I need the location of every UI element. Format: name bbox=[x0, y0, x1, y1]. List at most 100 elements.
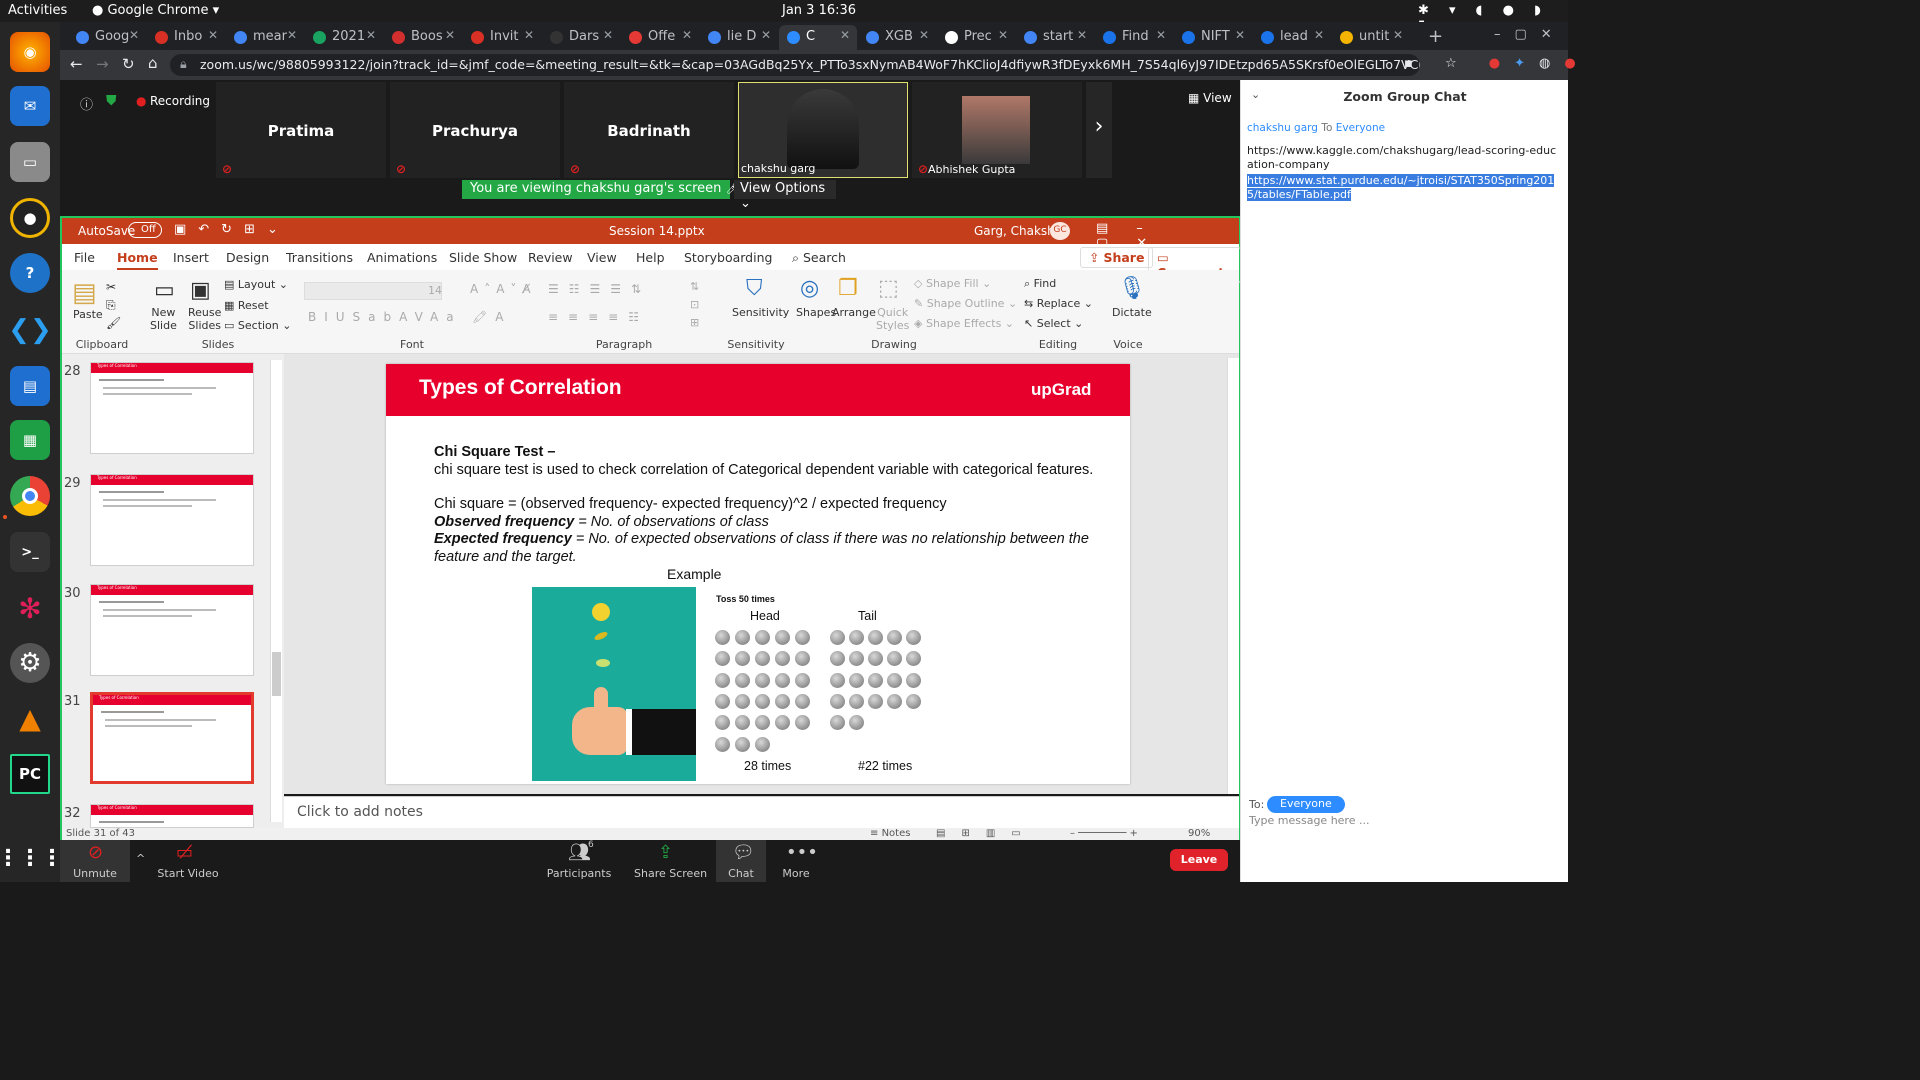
shape-fill-button[interactable]: ◇ Shape Fill ⌄ bbox=[914, 277, 991, 290]
close-icon[interactable]: ✕ bbox=[603, 28, 613, 42]
help-icon[interactable]: ? bbox=[10, 253, 50, 293]
sensitivity-icon[interactable]: ⛉ bbox=[746, 276, 763, 301]
view-options-dropdown[interactable]: View Options ⌄ bbox=[734, 180, 836, 211]
tab-design[interactable]: Design bbox=[226, 250, 269, 265]
libreoffice-calc-icon[interactable]: ▦ bbox=[10, 420, 50, 460]
font-size-input[interactable]: 14 bbox=[428, 284, 442, 297]
section-button[interactable]: ▭ Section ⌄ bbox=[224, 319, 291, 332]
tab-storyboarding[interactable]: Storyboarding bbox=[684, 250, 772, 265]
browser-tab[interactable]: start ✕ bbox=[1016, 25, 1094, 50]
close-icon[interactable]: ✕ bbox=[998, 28, 1008, 42]
thunderbird-icon[interactable]: ✉ bbox=[10, 86, 50, 126]
zoom-level[interactable]: 90% bbox=[1188, 828, 1210, 839]
slide-thumbnail[interactable]: Types of Correlation bbox=[90, 362, 254, 454]
share-screen-button[interactable]: ⇪ Share Screen bbox=[634, 840, 707, 882]
clock[interactable]: Jan 3 16:36 bbox=[782, 3, 856, 18]
participant-tile-active[interactable]: chakshu garg bbox=[738, 82, 908, 178]
show-apps-icon[interactable]: ⋮⋮⋮ bbox=[0, 838, 63, 878]
clipboard-tools[interactable]: ✂ ⎘ 🖌︎ bbox=[106, 278, 121, 332]
vlc-icon[interactable]: ▲ bbox=[10, 698, 50, 738]
share-button[interactable]: ⇪ Share bbox=[1080, 247, 1154, 268]
browser-tab[interactable]: 2021 ✕ bbox=[305, 25, 383, 50]
participants-button[interactable]: 👥︎ 6 Participants bbox=[544, 840, 614, 882]
app-menu[interactable]: ● Google Chrome ▾ bbox=[92, 3, 219, 18]
pycharm-icon[interactable]: PC bbox=[10, 754, 50, 794]
new-slide-icon[interactable]: ▭ bbox=[154, 278, 175, 303]
window-controls[interactable]: –▢✕ bbox=[1494, 27, 1566, 42]
notes-area[interactable]: Click to add notes bbox=[284, 796, 1239, 828]
participant-tile[interactable]: Badrinath ⊘ bbox=[564, 82, 734, 178]
close-icon[interactable]: ✕ bbox=[1077, 28, 1087, 42]
view-button[interactable]: ▦ View bbox=[1188, 91, 1232, 105]
search-box[interactable]: ⌕ Search bbox=[792, 250, 846, 266]
font-name-input[interactable] bbox=[304, 282, 442, 300]
reload-icon[interactable]: ↻ bbox=[122, 55, 135, 73]
browser-tab[interactable]: Boos ✕ bbox=[384, 25, 462, 50]
tab-view[interactable]: View bbox=[587, 250, 617, 265]
slide-thumbnail[interactable]: Types of Correlation bbox=[90, 804, 254, 828]
info-icon[interactable]: ⓘ bbox=[80, 94, 93, 113]
tab-slide-show[interactable]: Slide Show bbox=[449, 250, 517, 265]
font-color-buttons[interactable]: 🖍︎A bbox=[472, 310, 511, 324]
participant-tile[interactable]: Pratima ⊘ bbox=[216, 82, 386, 178]
paste-icon[interactable]: ▤ bbox=[72, 278, 97, 308]
firefox-icon[interactable]: ◉ bbox=[10, 32, 50, 72]
microphone-icon[interactable]: 🎙︎ bbox=[1118, 276, 1146, 301]
editor-scrollbar[interactable] bbox=[1227, 358, 1239, 794]
forward-icon[interactable]: → bbox=[96, 55, 109, 73]
reset-button[interactable]: ▦ Reset bbox=[224, 299, 269, 312]
layout-button[interactable]: ▤ Layout ⌄ bbox=[224, 278, 288, 291]
participant-tile[interactable]: ⊘ Abhishek Gupta bbox=[912, 82, 1082, 178]
close-icon[interactable]: ✕ bbox=[919, 28, 929, 42]
paste-button[interactable]: Paste bbox=[73, 308, 103, 321]
chat-button[interactable]: 💬︎ Chat bbox=[716, 840, 766, 882]
home-icon[interactable]: ⌂ bbox=[148, 54, 158, 72]
align-buttons[interactable]: ≡≡≡≡☷ bbox=[548, 310, 649, 324]
browser-tab[interactable]: untit ✕ bbox=[1332, 25, 1410, 50]
tab-file[interactable]: File bbox=[74, 250, 95, 265]
recording-label[interactable]: Recording bbox=[150, 94, 210, 108]
browser-tab[interactable]: NIFT ✕ bbox=[1174, 25, 1252, 50]
browser-tab[interactable]: Dars ✕ bbox=[542, 25, 620, 50]
arrange-button[interactable]: Arrange bbox=[832, 306, 876, 319]
shape-outline-button[interactable]: ✎ Shape Outline ⌄ bbox=[914, 297, 1017, 310]
close-icon[interactable]: ✕ bbox=[287, 28, 297, 42]
find-button[interactable]: ⌕ Find bbox=[1024, 277, 1056, 291]
replace-button[interactable]: ⇆ Replace ⌄ bbox=[1024, 297, 1093, 310]
close-icon[interactable]: ✕ bbox=[1235, 28, 1245, 42]
zoom-slider[interactable]: – ──────── + bbox=[1070, 828, 1138, 839]
browser-tab[interactable]: Prec ✕ bbox=[937, 25, 1015, 50]
font-size-buttons[interactable]: A˄A˅A̸ bbox=[470, 282, 537, 296]
vscode-icon[interactable]: ❮❯ bbox=[8, 310, 52, 350]
new-slide-button[interactable]: New Slide bbox=[150, 306, 177, 332]
close-icon[interactable]: ✕ bbox=[761, 28, 771, 42]
close-icon[interactable]: ✕ bbox=[1393, 28, 1403, 42]
browser-tab[interactable]: Find ✕ bbox=[1095, 25, 1173, 50]
chat-message-input[interactable]: Type message here ... bbox=[1249, 814, 1559, 836]
slide-thumbnail[interactable]: Types of Correlation bbox=[90, 474, 254, 566]
settings-icon[interactable]: ⚙ bbox=[10, 643, 50, 683]
close-icon[interactable]: ✕ bbox=[129, 28, 139, 42]
tab-help[interactable]: Help bbox=[636, 250, 665, 265]
participant-tile[interactable]: Prachurya ⊘ bbox=[390, 82, 560, 178]
next-page-icon[interactable]: › bbox=[1086, 82, 1112, 178]
audio-options-icon[interactable]: ^ bbox=[136, 852, 145, 865]
chat-sender[interactable]: chakshu garg bbox=[1247, 122, 1318, 134]
close-icon[interactable]: ✕ bbox=[840, 28, 850, 42]
close-icon[interactable]: ✕ bbox=[366, 28, 376, 42]
reuse-slides-icon[interactable]: ▣ bbox=[190, 278, 211, 303]
chrome-icon[interactable] bbox=[10, 476, 50, 516]
font-format-buttons[interactable]: BIUSabAVAa bbox=[308, 310, 462, 324]
browser-tab[interactable]: Offe ✕ bbox=[621, 25, 699, 50]
new-tab-button[interactable]: + bbox=[1428, 26, 1443, 47]
close-icon[interactable]: ✕ bbox=[208, 28, 218, 42]
sensitivity-button[interactable]: Sensitivity bbox=[732, 306, 789, 319]
quick-styles-icon[interactable]: ⬚ bbox=[878, 276, 899, 301]
autosave-toggle[interactable]: Off bbox=[128, 222, 162, 238]
close-icon[interactable]: ✕ bbox=[1156, 28, 1166, 42]
close-icon[interactable]: ✕ bbox=[524, 28, 534, 42]
list-buttons[interactable]: ☰☷☰☰⇅ bbox=[548, 282, 651, 296]
unmute-button[interactable]: ⊘ Unmute bbox=[60, 840, 130, 882]
activities-button[interactable]: Activities bbox=[8, 3, 67, 18]
slide-thumbnail[interactable]: Types of Correlation bbox=[90, 584, 254, 676]
